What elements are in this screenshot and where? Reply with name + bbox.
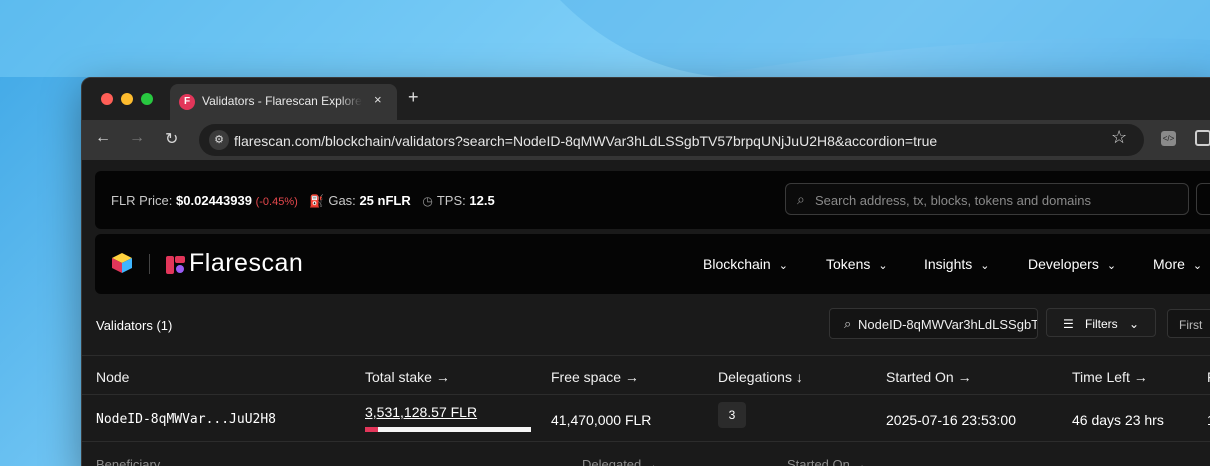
gas-pump-icon: ⛽ — [309, 194, 325, 208]
page-content: FLR Price: $0.02443939 (-0.45%) ⛽ Gas: 25… — [82, 160, 1210, 466]
gas-value: 25 nFLR — [359, 193, 411, 208]
sub-header-delegated[interactable]: Delegated → — [582, 457, 658, 466]
sliders-icon: ☰ — [1063, 317, 1074, 331]
tab-title: Validators - Flarescan Explorer — [202, 94, 362, 108]
first-page-button[interactable]: First — [1167, 309, 1210, 338]
nav-insights-label: Insights — [924, 256, 973, 272]
table-row[interactable]: NodeID-8qMWVar...JuU2H8 3,531,128.57 FLR… — [82, 396, 1210, 442]
browser-window: F Validators - Flarescan Explorer × + ← … — [81, 77, 1210, 466]
nav-insights[interactable]: Insights ⌄ — [924, 256, 989, 272]
star-icon[interactable]: ☆ — [1111, 127, 1127, 148]
stats-text: FLR Price: $0.02443939 (-0.45%) ⛽ Gas: 25… — [111, 193, 495, 208]
total-stake-cell[interactable]: 3,531,128.57 FLR — [365, 404, 477, 420]
logo-divider — [149, 254, 150, 274]
first-label: First — [1179, 318, 1203, 332]
delegation-subheader: Beneficiary Delegated → Started On → — [82, 443, 1210, 466]
price-change: (-0.45%) — [255, 196, 298, 208]
nav-developers[interactable]: Developers ⌄ — [1028, 256, 1116, 272]
back-arrow-icon[interactable]: ← — [95, 129, 111, 147]
nav-developers-label: Developers — [1028, 256, 1099, 272]
global-search-input[interactable]: ⌕ Search address, tx, blocks, tokens and… — [785, 183, 1189, 215]
flare-cube-logo-icon[interactable] — [111, 252, 133, 274]
reload-icon[interactable]: ↻ — [165, 129, 178, 149]
nav-tokens[interactable]: Tokens ⌄ — [826, 256, 888, 272]
stake-progress-bar — [365, 427, 531, 432]
tps-label: TPS: — [436, 193, 466, 208]
chevron-down-icon: ⌄ — [1192, 260, 1203, 272]
close-tab-icon[interactable]: × — [374, 92, 382, 107]
chevron-down-icon: ⌄ — [1106, 260, 1117, 272]
nav-blockchain-label: Blockchain — [703, 256, 771, 272]
column-header-free-space[interactable]: Free space → — [551, 369, 639, 385]
search-placeholder: Search address, tx, blocks, tokens and d… — [815, 193, 1092, 208]
column-header-total-stake[interactable]: Total stake → — [365, 369, 450, 385]
started-on-cell: 2025-07-16 23:53:00 — [886, 412, 1016, 428]
extensions-puzzle-icon[interactable] — [1195, 130, 1210, 146]
tab-strip: F Validators - Flarescan Explorer × + — [82, 78, 1210, 120]
tps-clock-icon: ◷ — [422, 194, 433, 208]
table-header: Node Total stake → Free space → Delegati… — [82, 355, 1210, 395]
new-tab-button[interactable]: + — [408, 87, 419, 108]
minimize-window-button[interactable] — [121, 93, 133, 105]
column-header-time-left[interactable]: Time Left → — [1072, 369, 1148, 385]
forward-arrow-icon[interactable]: → — [129, 129, 145, 147]
chevron-down-icon: ⌄ — [878, 260, 888, 272]
browser-toolbar: ← → ↻ ⚙ flarescan.com/blockchain/validat… — [82, 120, 1210, 160]
nav-tokens-label: Tokens — [826, 256, 871, 272]
column-header-node[interactable]: Node — [96, 369, 129, 385]
column-header-delegations[interactable]: Delegations ↓ — [718, 369, 803, 385]
flarescan-logo-icon[interactable] — [165, 254, 187, 276]
nav-more-label: More — [1153, 256, 1185, 272]
validator-search-value[interactable]: NodeID-8qMWVar3hLdLSSgbTV57brpqUNjJuU2H8 — [858, 317, 1037, 332]
sub-header-started-on[interactable]: Started On → — [787, 457, 866, 466]
price-label: FLR Price: — [111, 193, 173, 208]
search-shortcut-button[interactable] — [1196, 183, 1210, 215]
time-left-cell: 46 days 23 hrs — [1072, 412, 1164, 428]
sub-header-beneficiary: Beneficiary — [96, 457, 161, 466]
chevron-down-icon: ⌄ — [1129, 317, 1140, 331]
nav-blockchain[interactable]: Blockchain ⌄ — [703, 256, 788, 272]
extension-icon[interactable]: </> — [1161, 131, 1176, 146]
url-text[interactable]: flarescan.com/blockchain/validators?sear… — [234, 133, 937, 149]
search-icon: ⌕ — [844, 316, 852, 331]
search-icon: ⌕ — [797, 191, 805, 207]
tps-value: 12.5 — [469, 193, 495, 208]
page-title: Validators (1) — [96, 318, 173, 333]
chevron-down-icon: ⌄ — [778, 260, 788, 272]
browser-tab[interactable]: F Validators - Flarescan Explorer × — [170, 84, 397, 120]
main-navbar: Flarescan Blockchain ⌄ Tokens ⌄ Insights ⌄ … — [95, 234, 1210, 294]
chevron-down-icon: ⌄ — [980, 260, 990, 272]
price-value: $0.02443939 — [176, 193, 252, 208]
stats-bar: FLR Price: $0.02443939 (-0.45%) ⛽ Gas: 25… — [95, 171, 1210, 229]
address-bar[interactable]: ⚙ flarescan.com/blockchain/validators?se… — [199, 124, 1144, 156]
maximize-window-button[interactable] — [141, 93, 153, 105]
node-id-cell[interactable]: NodeID-8qMWVar...JuU2H8 — [96, 412, 276, 427]
gas-label: Gas: — [328, 193, 356, 208]
filters-button[interactable]: ☰ Filters ⌄ — [1046, 308, 1156, 337]
site-settings-icon[interactable]: ⚙ — [209, 130, 229, 150]
stake-progress-fill — [365, 427, 378, 432]
validator-search-input[interactable]: ⌕ NodeID-8qMWVar3hLdLSSgbTV57brpqUNjJuU2… — [829, 308, 1038, 339]
filters-label: Filters — [1085, 317, 1118, 331]
nav-more[interactable]: More ⌄ — [1153, 256, 1202, 272]
delegations-badge[interactable]: 3 — [718, 402, 746, 428]
free-space-cell: 41,470,000 FLR — [551, 412, 652, 428]
brand-name[interactable]: Flarescan — [189, 249, 303, 278]
flarescan-favicon-icon: F — [179, 94, 195, 110]
column-header-started-on[interactable]: Started On → — [886, 369, 972, 385]
close-window-button[interactable] — [101, 93, 113, 105]
